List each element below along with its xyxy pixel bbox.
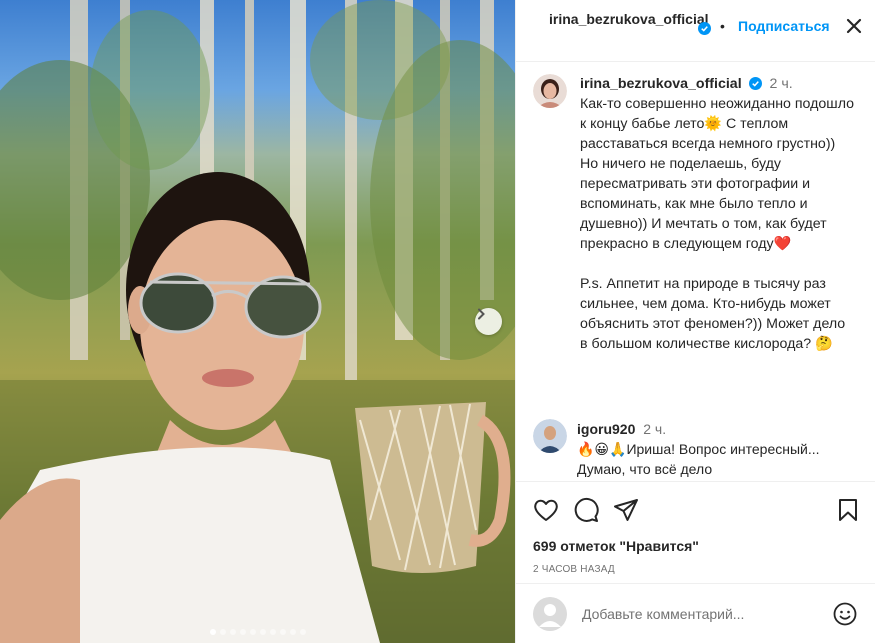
- save-button[interactable]: [835, 497, 861, 523]
- comment-icon: [574, 497, 599, 522]
- author-username: irina_bezrukova_official: [549, 11, 709, 27]
- caption-paragraph-1: Как-то совершенно неожиданно подошло к к…: [580, 96, 855, 252]
- action-bar: [516, 482, 875, 538]
- caption-paragraph-2: P.s. Аппетит на природе в тысячу раз сил…: [580, 276, 846, 352]
- author-avatar[interactable]: [533, 74, 567, 108]
- avatar-image: [533, 74, 567, 108]
- post-caption: irina_bezrukova_official 2 ч. Как-то сов…: [533, 74, 868, 354]
- carousel-dot: [269, 629, 276, 635]
- verified-badge-icon: [698, 22, 711, 35]
- avatar-image: [533, 419, 567, 453]
- separator-dot: •: [720, 18, 725, 34]
- caption-text: irina_bezrukova_official 2 ч. Как-то сов…: [580, 74, 855, 354]
- carousel-dot: [209, 629, 216, 635]
- verified-badge-icon: [748, 77, 762, 90]
- comments-section[interactable]: irina_bezrukova_official 2 ч. Как-то сов…: [516, 62, 875, 482]
- carousel-next-button[interactable]: [475, 308, 502, 335]
- author-username-link[interactable]: irina_bezrukova_official: [549, 10, 709, 29]
- current-user-avatar: [533, 596, 567, 631]
- heart-icon: [534, 499, 558, 521]
- share-button[interactable]: [613, 497, 639, 523]
- instagram-post: irina_bezrukova_official • Подписаться i…: [0, 0, 875, 643]
- carousel-dot: [229, 629, 236, 635]
- caption-time[interactable]: 2 ч.: [770, 76, 793, 92]
- add-comment-bar: [516, 583, 875, 643]
- comment-time[interactable]: 2 ч.: [643, 421, 666, 437]
- post-side-panel: irina_bezrukova_official • Подписаться i…: [515, 0, 875, 643]
- chevron-right-icon: [478, 308, 485, 320]
- caption-username[interactable]: irina_bezrukova_official: [580, 76, 742, 92]
- comment-item: igoru920 2 ч. 🔥😀🙏Ириша! Вопрос интересны…: [533, 419, 868, 479]
- more-options-icon[interactable]: [845, 17, 863, 35]
- comment-button[interactable]: [573, 497, 599, 523]
- share-icon: [614, 499, 638, 521]
- post-date[interactable]: 2 ЧАСОВ НАЗАД: [516, 564, 875, 575]
- bookmark-icon: [839, 499, 857, 521]
- likes-count[interactable]: 699 отметок "Нравится": [516, 538, 875, 554]
- carousel-dot: [299, 629, 306, 635]
- post-header: irina_bezrukova_official • Подписаться: [516, 0, 875, 62]
- carousel-dot: [219, 629, 226, 635]
- carousel-dot: [259, 629, 266, 635]
- user-placeholder-icon: [533, 596, 567, 631]
- carousel-dot: [289, 629, 296, 635]
- post-photo[interactable]: [0, 0, 515, 643]
- carousel-dot: [249, 629, 256, 635]
- photo-illustration: [0, 0, 515, 643]
- like-button[interactable]: [533, 497, 559, 523]
- comment-text: igoru920 2 ч. 🔥😀🙏Ириша! Вопрос интересны…: [577, 419, 852, 479]
- follow-button[interactable]: Подписаться: [738, 18, 830, 34]
- emoji-icon[interactable]: [833, 602, 857, 626]
- add-comment-input[interactable]: [582, 605, 812, 622]
- commenter-username[interactable]: igoru920: [577, 421, 635, 437]
- carousel-dot: [239, 629, 246, 635]
- carousel-dot: [279, 629, 286, 635]
- commenter-avatar[interactable]: [533, 419, 567, 453]
- carousel-indicator: [0, 629, 515, 635]
- comment-body: 🔥😀🙏Ириша! Вопрос интересный... Думаю, чт…: [577, 441, 820, 477]
